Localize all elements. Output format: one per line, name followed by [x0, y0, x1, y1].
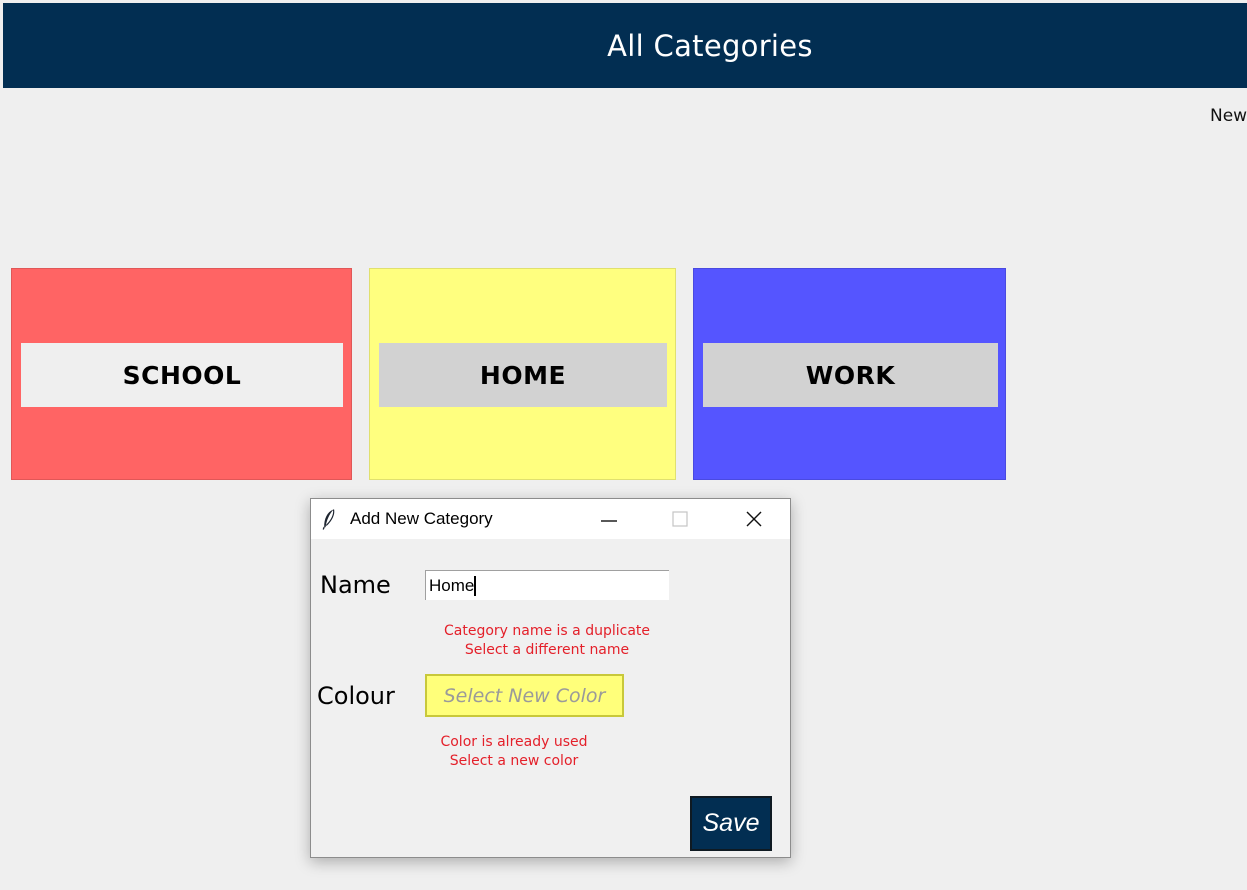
- color-error-line-2: Select a new color: [449, 753, 579, 769]
- color-error-line-1: Color is already used: [440, 734, 588, 750]
- minimize-button[interactable]: [586, 499, 632, 539]
- header-bar: All Categories: [3, 3, 1247, 88]
- page-title: All Categories: [607, 28, 813, 63]
- name-error-message: Category name is a duplicate Select a di…: [425, 622, 669, 660]
- text-caret: [474, 575, 477, 596]
- category-label-work[interactable]: WORK: [703, 343, 998, 407]
- new-category-link[interactable]: New: [1210, 106, 1247, 126]
- name-label: Name: [320, 571, 391, 599]
- category-card-home[interactable]: HOME: [369, 268, 676, 480]
- name-input-value: Home: [429, 575, 475, 595]
- feather-icon: [322, 509, 335, 530]
- dialog-title: Add New Category: [350, 509, 493, 528]
- category-card-work[interactable]: WORK: [693, 268, 1006, 480]
- add-category-dialog: Add New Category Name Home Category name…: [310, 498, 791, 858]
- name-input[interactable]: Home: [425, 570, 669, 600]
- select-color-button[interactable]: Select New Color: [425, 674, 624, 717]
- name-error-line-1: Category name is a duplicate: [443, 623, 651, 639]
- category-card-school[interactable]: SCHOOL: [11, 268, 352, 480]
- close-button[interactable]: [731, 499, 777, 539]
- name-error-line-2: Select a different name: [464, 642, 630, 658]
- save-button[interactable]: Save: [690, 796, 772, 851]
- close-icon: [746, 511, 762, 527]
- color-error-message: Color is already used Select a new color: [425, 733, 603, 771]
- colour-label: Colour: [317, 682, 395, 710]
- dialog-titlebar[interactable]: Add New Category: [311, 499, 790, 539]
- maximize-button: [657, 499, 703, 539]
- category-label-school[interactable]: SCHOOL: [21, 343, 343, 407]
- maximize-icon: [672, 511, 688, 527]
- minimize-icon: [601, 520, 617, 522]
- category-label-home[interactable]: HOME: [379, 343, 667, 407]
